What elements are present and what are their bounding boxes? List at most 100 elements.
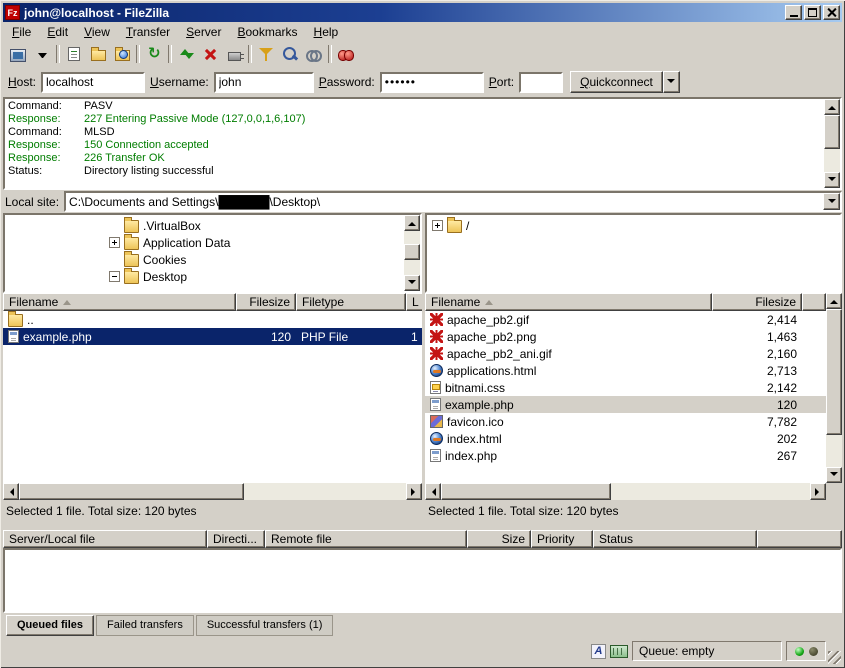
expander-icon[interactable]: [109, 237, 120, 248]
toolbar-button[interactable]: [174, 43, 198, 65]
scroll-up-button[interactable]: [824, 99, 840, 115]
menu-item[interactable]: View: [76, 23, 118, 41]
tree-item[interactable]: /: [427, 217, 840, 234]
local-list-hscrollbar[interactable]: [3, 483, 422, 500]
local-site-combobox[interactable]: C:\Documents and Settings\██████\Desktop…: [64, 191, 842, 212]
tree-item[interactable]: Cookies: [5, 251, 404, 268]
menu-item[interactable]: Edit: [39, 23, 76, 41]
toolbar-item: [174, 43, 198, 65]
menu-item[interactable]: Transfer: [118, 23, 178, 41]
toolbar-button[interactable]: [6, 43, 30, 65]
title-bar[interactable]: Fz john@localhost - FileZilla: [3, 3, 842, 22]
quickconnect-dropdown-button[interactable]: [663, 71, 680, 93]
toolbar-button[interactable]: [334, 43, 358, 65]
scroll-right-button[interactable]: [406, 483, 422, 500]
column-header[interactable]: Status: [593, 530, 757, 548]
scroll-left-button[interactable]: [425, 483, 441, 500]
column-header[interactable]: Filename: [3, 293, 236, 311]
header-filler: [757, 530, 842, 548]
column-header[interactable]: Remote file: [265, 530, 467, 548]
file-row[interactable]: apache_pb2.png 1,463: [425, 328, 826, 345]
toolbar-button[interactable]: [222, 43, 246, 65]
scroll-track[interactable]: [441, 483, 810, 500]
scroll-thumb[interactable]: [824, 115, 840, 149]
port-input[interactable]: [519, 72, 563, 93]
toolbar-button[interactable]: [198, 43, 222, 65]
minimize-button[interactable]: [785, 5, 802, 20]
file-row[interactable]: example.php 120: [425, 396, 826, 413]
scroll-thumb[interactable]: [19, 483, 244, 500]
queue-splitter[interactable]: [3, 522, 842, 530]
toolbar-item: [302, 43, 326, 65]
scroll-down-button[interactable]: [824, 172, 840, 188]
scroll-track[interactable]: [19, 483, 406, 500]
expander-icon[interactable]: [109, 271, 120, 282]
file-row[interactable]: applications.html 2,713: [425, 362, 826, 379]
scroll-thumb[interactable]: [404, 244, 420, 260]
menu-item[interactable]: File: [4, 23, 39, 41]
scroll-up-button[interactable]: [404, 215, 420, 231]
column-header[interactable]: Filename: [425, 293, 712, 311]
log-line-type: Response:: [8, 139, 84, 152]
file-row[interactable]: ..: [3, 311, 422, 328]
queue-tab[interactable]: Queued files: [6, 615, 94, 636]
scroll-right-button[interactable]: [810, 483, 826, 500]
scroll-thumb[interactable]: [826, 309, 842, 435]
password-input[interactable]: [380, 72, 484, 93]
toolbar-button[interactable]: [62, 43, 86, 65]
file-row[interactable]: bitnami.css 2,142: [425, 379, 826, 396]
close-button[interactable]: [823, 5, 840, 20]
scroll-track[interactable]: [826, 309, 842, 467]
maximize-button[interactable]: [804, 5, 821, 20]
column-header[interactable]: Filetype: [296, 293, 406, 311]
toolbar-button[interactable]: [30, 43, 54, 65]
column-header[interactable]: Size: [467, 530, 531, 548]
column-header[interactable]: Directi...: [207, 530, 265, 548]
menu-item[interactable]: Server: [178, 23, 229, 41]
remote-list-vscrollbar[interactable]: [826, 293, 842, 483]
scroll-up-button[interactable]: [826, 293, 842, 309]
menu-bar: File Edit View Transfer Server Bookmarks…: [3, 22, 842, 41]
file-row[interactable]: apache_pb2_ani.gif 2,160: [425, 345, 826, 362]
column-header[interactable]: Filesize: [236, 293, 296, 311]
toolbar-button[interactable]: [142, 43, 166, 65]
file-row[interactable]: example.php 120 PHP File 1: [3, 328, 422, 345]
file-row[interactable]: favicon.ico 7,782: [425, 413, 826, 430]
quickconnect-button[interactable]: Quickconnect: [570, 71, 663, 93]
tree-item[interactable]: Desktop: [5, 268, 404, 285]
expander-icon[interactable]: [432, 220, 443, 231]
column-header[interactable]: Priority: [531, 530, 593, 548]
scroll-track[interactable]: [404, 231, 420, 275]
host-input[interactable]: [41, 72, 145, 93]
scroll-track[interactable]: [824, 115, 840, 172]
scroll-down-button[interactable]: [826, 467, 842, 483]
log-scrollbar[interactable]: [824, 99, 840, 188]
tree-item[interactable]: Application Data: [5, 234, 404, 251]
column-header[interactable]: L: [406, 293, 422, 311]
scroll-down-button[interactable]: [404, 275, 420, 291]
column-header[interactable]: Server/Local file: [3, 530, 207, 548]
toolbar-item: [278, 43, 302, 65]
file-row[interactable]: index.html 202: [425, 430, 826, 447]
local-site-dropdown-button[interactable]: [823, 193, 840, 210]
menu-item[interactable]: Help: [306, 23, 347, 41]
local-tree-scrollbar[interactable]: [404, 215, 420, 291]
scroll-left-button[interactable]: [3, 483, 19, 500]
toolbar-button[interactable]: [302, 43, 326, 65]
queue-tab[interactable]: Successful transfers (1): [196, 615, 334, 636]
scroll-thumb[interactable]: [441, 483, 611, 500]
menu-item[interactable]: Bookmarks: [229, 23, 305, 41]
remote-list-hscrollbar[interactable]: [425, 483, 826, 500]
toolbar-button[interactable]: [86, 43, 110, 65]
toolbar-button[interactable]: [110, 43, 134, 65]
column-header[interactable]: Filesize: [712, 293, 802, 311]
username-input[interactable]: [214, 72, 314, 93]
toolbar-button[interactable]: [254, 43, 278, 65]
queue-tab[interactable]: Failed transfers: [96, 615, 194, 636]
tree-item[interactable]: .VirtualBox: [5, 217, 404, 234]
file-row[interactable]: apache_pb2.gif 2,414: [425, 311, 826, 328]
resize-grip[interactable]: [828, 651, 841, 664]
file-row[interactable]: index.php 267: [425, 447, 826, 464]
toolbar-button[interactable]: [278, 43, 302, 65]
tree-item-label: /: [466, 219, 469, 233]
